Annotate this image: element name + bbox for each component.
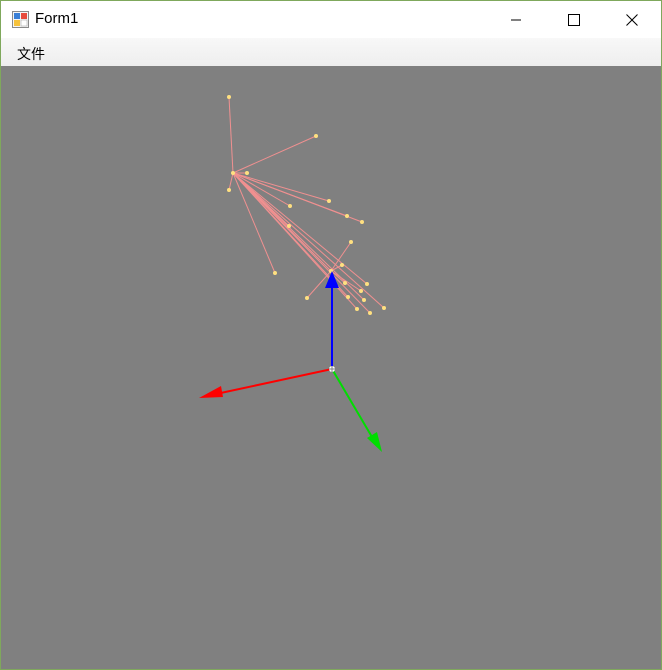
app-icon — [12, 11, 29, 28]
axis-y-arrow — [331, 368, 382, 452]
3d-viewport[interactable] — [1, 66, 661, 669]
skeleton-joints — [227, 95, 386, 315]
window-title: Form1 — [35, 10, 79, 27]
minimize-icon — [511, 19, 521, 20]
axis-z-arrow — [325, 271, 339, 369]
axis-x-arrow — [199, 368, 333, 398]
menu-bar: 文件 — [1, 38, 661, 66]
menu-item-file[interactable]: 文件 — [17, 44, 45, 64]
skeleton-bones — [228, 96, 385, 314]
scene-svg — [199, 95, 386, 452]
origin-marker — [329, 366, 335, 372]
app-window: Form1 文件 — [0, 0, 662, 670]
maximize-icon — [568, 13, 580, 26]
close-button[interactable] — [603, 1, 661, 38]
title-bar[interactable]: Form1 — [1, 1, 661, 38]
minimize-button[interactable] — [487, 1, 545, 38]
close-icon — [626, 13, 638, 26]
maximize-button[interactable] — [545, 1, 603, 38]
